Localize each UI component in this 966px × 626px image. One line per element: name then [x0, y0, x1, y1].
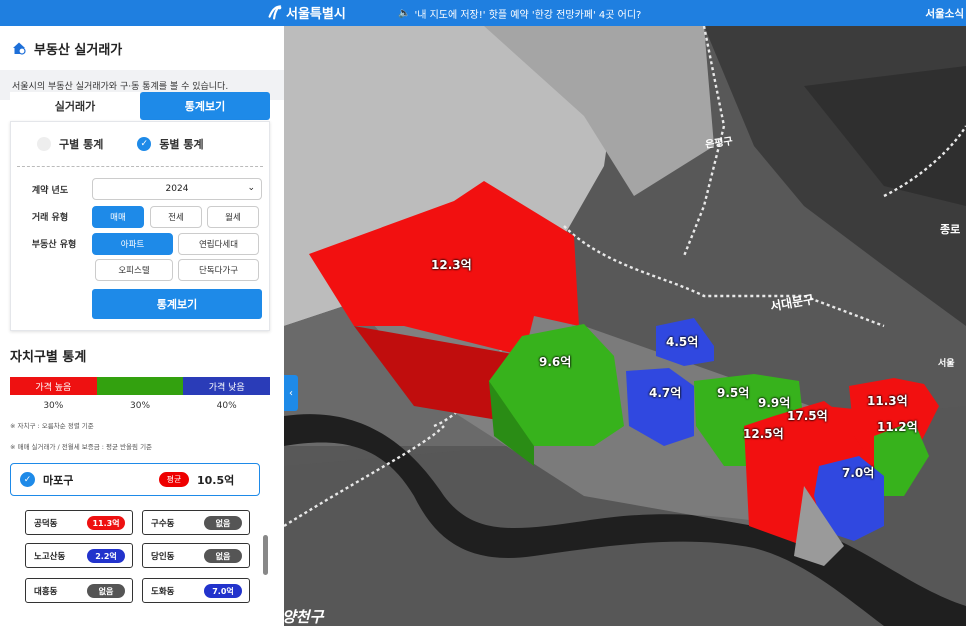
- price-label: 4.5억: [666, 335, 699, 349]
- legend-low: 가격 낮음: [183, 377, 271, 395]
- stat-type-radios: 구별 통계 ✓ 동별 통계: [11, 136, 269, 152]
- price-label: 9.9억: [758, 396, 791, 410]
- divider: [17, 166, 263, 167]
- dong-value-badge: 11.3억: [87, 516, 125, 530]
- legend-pct-low: 40%: [216, 401, 237, 411]
- dong-value-badge: 없음: [204, 516, 242, 530]
- year-select[interactable]: 2024 ⌄: [92, 178, 262, 200]
- dong-value-badge: 2.2억: [87, 549, 125, 563]
- chevron-left-icon: ‹: [289, 387, 293, 399]
- property-officetel[interactable]: 오피스텔: [95, 259, 173, 281]
- legend-percentages: 30% 30% 40%: [10, 401, 270, 411]
- notice-banner[interactable]: 🔈 '내 지도에 저장!' 핫플 예약 '한강 전망카페' 4곳 어디?: [398, 6, 641, 21]
- radio-district-stats[interactable]: 구별 통계: [37, 136, 103, 152]
- legend-pct-mid: 30%: [130, 401, 151, 411]
- property-detached[interactable]: 단독다가구: [178, 259, 259, 281]
- dong-item[interactable]: 도화동 7.0억: [142, 578, 250, 603]
- speaker-icon: 🔈: [398, 8, 411, 19]
- dong-item[interactable]: 노고산동 2.2억: [25, 543, 133, 568]
- panel-header: 부동산 실거래가: [0, 26, 284, 70]
- property-type-label: 부동산 유형: [31, 240, 77, 250]
- price-label: 9.5억: [717, 386, 750, 400]
- top-bar: 서울특별시 🔈 '내 지도에 저장!' 핫플 예약 '한강 전망카페' 4곳 어…: [0, 0, 966, 26]
- property-apartment[interactable]: 아파트: [92, 233, 173, 255]
- dong-name: 노고산동: [34, 551, 66, 562]
- chevron-down-icon: ⌄: [247, 183, 255, 193]
- radio-unchecked-icon: [37, 137, 51, 151]
- legend-pct-high: 30%: [43, 401, 64, 411]
- deal-type-jeonse[interactable]: 전세: [150, 206, 202, 228]
- note-average: ※ 매매 실거래가 / 전월세 보증금 : 평균 반올림 기준: [10, 443, 153, 451]
- district-name: 마포구: [43, 473, 74, 487]
- dong-item[interactable]: 대흥동 없음: [25, 578, 133, 603]
- deal-type-label: 거래 유형: [31, 213, 69, 223]
- notice-text: '내 지도에 저장!' 핫플 예약 '한강 전망카페' 4곳 어디?: [414, 10, 642, 21]
- tab-statistics[interactable]: 통계보기: [140, 92, 270, 120]
- legend-mid: [96, 377, 184, 395]
- satellite-map: [284, 26, 966, 626]
- avg-badge: 평균: [159, 472, 189, 487]
- radio-dong-label: 동별 통계: [159, 138, 204, 151]
- dong-item[interactable]: 구수동 없음: [142, 510, 250, 535]
- seoul-logo[interactable]: 서울특별시: [266, 3, 346, 22]
- year-value: 2024: [165, 184, 189, 194]
- show-stats-button[interactable]: 통계보기: [92, 289, 262, 319]
- price-label: 11.3억: [867, 394, 908, 408]
- price-legend: 가격 높음 가격 낮음: [10, 377, 271, 395]
- tab-bar: 실거래가 통계보기: [10, 92, 270, 120]
- dong-value-badge: 7.0억: [204, 584, 242, 598]
- check-icon: ✓: [20, 472, 35, 487]
- map-view[interactable]: 은평구 서대문구 종로 양천구 서울 12.3억 9.6억 4.5억 4.7억 …: [284, 26, 966, 626]
- dong-name: 공덕동: [34, 518, 58, 529]
- dong-value-badge: 없음: [87, 584, 125, 598]
- stats-title: 자치구별 통계: [10, 350, 87, 365]
- deal-type-monthly[interactable]: 월세: [207, 206, 259, 228]
- price-label: 12.3억: [431, 258, 472, 272]
- collapse-panel-button[interactable]: ‹: [284, 375, 298, 411]
- dong-item[interactable]: 당인동 없음: [142, 543, 250, 568]
- price-label: 12.5억: [743, 427, 784, 441]
- district-card[interactable]: ✓ 마포구 평균 10.5억: [10, 463, 260, 496]
- deal-type-sale[interactable]: 매매: [92, 206, 144, 228]
- filter-box: 구별 통계 ✓ 동별 통계 계약 년도 2024 ⌄ 거래 유형 매매 전세 월…: [10, 121, 270, 331]
- price-label: 9.6억: [539, 355, 572, 369]
- tab-transactions[interactable]: 실거래가: [10, 92, 140, 120]
- dong-value-badge: 없음: [204, 549, 242, 563]
- scrollbar-thumb[interactable]: [263, 535, 268, 575]
- district-avg-value: 10.5억: [197, 473, 235, 487]
- radio-dong-stats[interactable]: ✓ 동별 통계: [137, 136, 204, 152]
- seoul-logo-icon: [268, 4, 282, 19]
- house-icon: [13, 42, 26, 55]
- site-name: 서울특별시: [286, 7, 346, 22]
- dong-name: 도화동: [151, 586, 175, 597]
- price-label: 11.2억: [877, 420, 918, 434]
- place-label: 종로: [940, 223, 961, 236]
- price-label: 7.0억: [842, 466, 875, 480]
- dong-name: 구수동: [151, 518, 175, 529]
- legend-high: 가격 높음: [10, 377, 97, 395]
- news-link[interactable]: 서울소식: [925, 6, 964, 21]
- price-label: 17.5억: [787, 409, 828, 423]
- dong-name: 대흥동: [34, 586, 58, 597]
- price-label: 4.7억: [649, 386, 682, 400]
- panel-title: 부동산 실거래가: [34, 42, 123, 58]
- place-label: 양천구: [284, 608, 324, 626]
- dong-name: 당인동: [151, 551, 175, 562]
- property-rowhouse[interactable]: 연립다세대: [178, 233, 259, 255]
- note-sort: ※ 자치구 : 오름차순 정렬 기준: [10, 422, 94, 430]
- radio-district-label: 구별 통계: [59, 138, 104, 151]
- check-icon: ✓: [137, 137, 152, 151]
- year-label: 계약 년도: [31, 186, 69, 196]
- dong-item[interactable]: 공덕동 11.3억: [25, 510, 133, 535]
- place-label: 서울: [938, 359, 955, 369]
